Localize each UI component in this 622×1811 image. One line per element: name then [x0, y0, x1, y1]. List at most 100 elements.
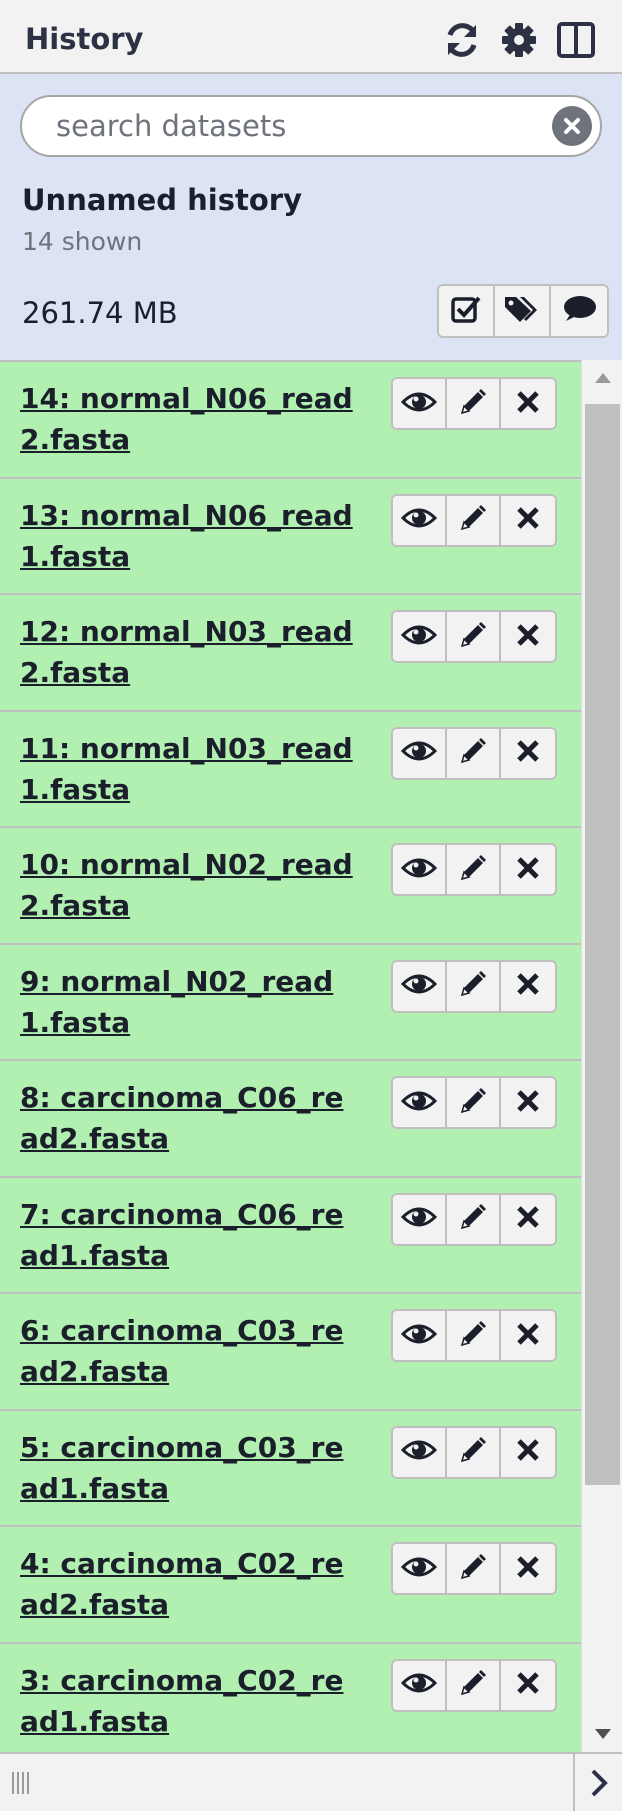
delete-dataset-button[interactable] [501, 845, 555, 894]
dataset-title[interactable]: 11: normal_N03_read1.fasta [20, 728, 360, 810]
edit-dataset-button[interactable] [447, 379, 501, 428]
pencil-icon [458, 969, 488, 1003]
delete-dataset-button[interactable] [501, 495, 555, 545]
edit-dataset-button[interactable] [447, 1660, 501, 1710]
history-panel-header: History [0, 0, 622, 74]
dataset-action-buttons [391, 1076, 557, 1129]
edit-dataset-button[interactable] [447, 612, 501, 661]
dataset-list: 14: normal_N06_read2.fasta 13: normal_N06… [0, 360, 581, 1752]
edit-dataset-button[interactable] [447, 1311, 501, 1360]
eye-icon [400, 623, 438, 651]
annotation-button[interactable] [551, 286, 607, 336]
dataset-item[interactable]: 12: normal_N03_read2.fasta [0, 593, 581, 710]
pencil-icon [458, 503, 488, 537]
dataset-title[interactable]: 6: carcinoma_C03_read2.fasta [20, 1310, 360, 1392]
history-name[interactable]: Unnamed history [22, 183, 302, 217]
delete-dataset-button[interactable] [501, 728, 555, 778]
view-dataset-button[interactable] [393, 728, 447, 778]
view-dataset-button[interactable] [393, 961, 447, 1011]
dataset-item[interactable]: 14: normal_N06_read2.fasta [0, 360, 581, 477]
eye-icon [400, 1089, 438, 1117]
refresh-icon[interactable] [441, 19, 483, 61]
dataset-item[interactable]: 7: carcinoma_C06_read1.fasta [0, 1175, 581, 1292]
dataset-item[interactable]: 3: carcinoma_C02_read1.fasta [0, 1641, 581, 1752]
eye-icon [400, 1555, 438, 1583]
tags-button[interactable] [495, 286, 551, 336]
select-items-button[interactable] [439, 286, 495, 336]
dataset-title[interactable]: 8: carcinoma_C06_read2.fasta [20, 1077, 360, 1159]
gear-icon[interactable] [498, 19, 540, 61]
dataset-title[interactable]: 14: normal_N06_read2.fasta [20, 378, 360, 460]
columns-icon[interactable] [555, 19, 597, 61]
dataset-item[interactable]: 4: carcinoma_C02_read2.fasta [0, 1525, 581, 1642]
edit-dataset-button[interactable] [447, 495, 501, 545]
delete-dataset-button[interactable] [501, 1194, 555, 1244]
scrollbar[interactable] [581, 360, 622, 1752]
view-dataset-button[interactable] [393, 1078, 447, 1127]
dataset-item[interactable]: 10: normal_N02_read2.fasta [0, 826, 581, 943]
dataset-title[interactable]: 7: carcinoma_C06_read1.fasta [20, 1194, 360, 1276]
pencil-icon [458, 1319, 488, 1353]
history-summary-panel: Unnamed history 14 shown 261.74 MB [0, 74, 622, 360]
scrollbar-thumb[interactable] [585, 404, 620, 1485]
panel-footer [0, 1752, 622, 1811]
dataset-title[interactable]: 13: normal_N06_read1.fasta [20, 495, 360, 577]
dataset-title[interactable]: 3: carcinoma_C02_read1.fasta [20, 1660, 360, 1742]
view-dataset-button[interactable] [393, 1311, 447, 1360]
delete-dataset-button[interactable] [501, 1544, 555, 1593]
dataset-title[interactable]: 5: carcinoma_C03_read1.fasta [20, 1427, 360, 1509]
dataset-title[interactable]: 10: normal_N02_read2.fasta [20, 844, 360, 926]
view-dataset-button[interactable] [393, 1660, 447, 1710]
dataset-item[interactable]: 11: normal_N03_read1.fasta [0, 709, 581, 826]
history-action-buttons [437, 284, 609, 338]
scroll-up-icon[interactable] [582, 360, 622, 396]
dataset-item[interactable]: 6: carcinoma_C03_read2.fasta [0, 1292, 581, 1409]
eye-icon [400, 1671, 438, 1699]
view-dataset-button[interactable] [393, 1194, 447, 1244]
dataset-action-buttons [391, 959, 557, 1013]
edit-dataset-button[interactable] [447, 1544, 501, 1593]
search-box [20, 95, 602, 157]
dataset-item[interactable]: 13: normal_N06_read1.fasta [0, 476, 581, 593]
pencil-icon [458, 1435, 488, 1469]
edit-dataset-button[interactable] [447, 1427, 501, 1477]
dataset-title[interactable]: 9: normal_N02_read1.fasta [20, 961, 360, 1043]
delete-dataset-button[interactable] [501, 1660, 555, 1710]
edit-dataset-button[interactable] [447, 845, 501, 894]
delete-dataset-button[interactable] [501, 379, 555, 428]
edit-dataset-button[interactable] [447, 1194, 501, 1244]
dataset-title[interactable]: 12: normal_N03_read2.fasta [20, 611, 360, 693]
comment-icon [560, 293, 598, 329]
dataset-action-buttons [391, 1542, 557, 1595]
dataset-item[interactable]: 8: carcinoma_C06_read2.fasta [0, 1059, 581, 1176]
drag-handle-icon[interactable] [12, 1768, 36, 1798]
search-input[interactable] [54, 105, 534, 147]
delete-dataset-button[interactable] [501, 1311, 555, 1360]
view-dataset-button[interactable] [393, 1544, 447, 1593]
dataset-action-buttons [391, 1192, 557, 1246]
dataset-item[interactable]: 5: carcinoma_C03_read1.fasta [0, 1408, 581, 1525]
chevron-right-icon[interactable] [573, 1754, 622, 1811]
scroll-down-icon[interactable] [582, 1716, 622, 1752]
clear-search-icon[interactable] [552, 106, 592, 146]
edit-dataset-button[interactable] [447, 961, 501, 1011]
view-dataset-button[interactable] [393, 612, 447, 661]
view-dataset-button[interactable] [393, 1427, 447, 1477]
delete-dataset-button[interactable] [501, 961, 555, 1011]
view-dataset-button[interactable] [393, 379, 447, 428]
delete-dataset-button[interactable] [501, 612, 555, 661]
delete-dataset-button[interactable] [501, 1078, 555, 1127]
delete-icon [516, 739, 540, 767]
eye-icon [400, 1438, 438, 1466]
dataset-action-buttons [391, 843, 557, 896]
view-dataset-button[interactable] [393, 845, 447, 894]
edit-dataset-button[interactable] [447, 1078, 501, 1127]
view-dataset-button[interactable] [393, 495, 447, 545]
delete-icon [516, 856, 540, 884]
delete-icon [516, 972, 540, 1000]
delete-dataset-button[interactable] [501, 1427, 555, 1477]
dataset-item[interactable]: 9: normal_N02_read1.fasta [0, 942, 581, 1059]
dataset-title[interactable]: 4: carcinoma_C02_read2.fasta [20, 1543, 360, 1625]
edit-dataset-button[interactable] [447, 728, 501, 778]
eye-icon [400, 390, 438, 418]
